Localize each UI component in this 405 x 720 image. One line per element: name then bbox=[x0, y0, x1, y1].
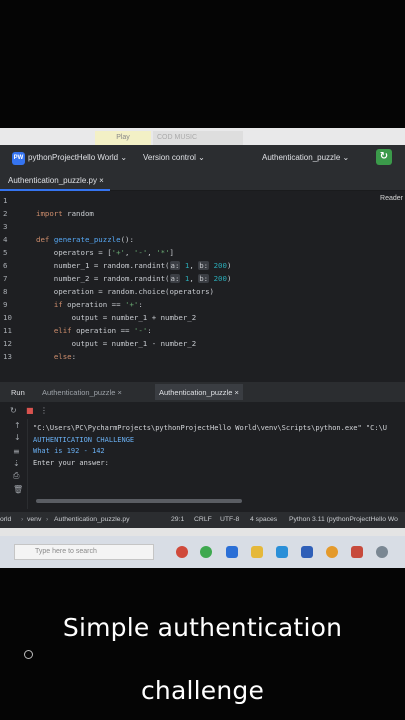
console-side-toolbar: ↑ ↓ ≡ ⇣ ⎙ 🗑 bbox=[0, 419, 28, 509]
whatsapp-icon[interactable] bbox=[200, 546, 212, 558]
code-line: 12 output = number_1 - number_2 bbox=[3, 339, 197, 348]
scroll-end-icon[interactable]: ⇣ bbox=[13, 459, 20, 468]
console-output-header: AUTHENTICATION CHALLENGE bbox=[33, 436, 135, 444]
code-editor[interactable]: Reader 1 2 import random 3 4 def generate_… bbox=[0, 192, 405, 370]
browser-tab-play[interactable]: Play bbox=[95, 131, 151, 145]
run-tab-1[interactable]: Authentication_puzzle × bbox=[42, 388, 122, 397]
browser-tab-strip: Play COD MUSIC bbox=[0, 128, 405, 145]
cursor-position[interactable]: 29:1 bbox=[171, 516, 184, 523]
code-line: 11 elif operation == '-': bbox=[3, 326, 152, 335]
status-bar: orld › venv › Authentication_puzzle.py 2… bbox=[0, 512, 405, 528]
line-number: 4 bbox=[3, 235, 8, 244]
file-encoding[interactable]: UTF-8 bbox=[220, 516, 239, 523]
line-number: 7 bbox=[3, 274, 8, 283]
line-number: 10 bbox=[3, 313, 12, 322]
breadcrumb-project[interactable]: orld bbox=[0, 516, 11, 523]
chrome-icon[interactable] bbox=[176, 546, 188, 558]
code-line: 5 operators = ['+', '-', '*'] bbox=[3, 248, 174, 257]
scroll-down-icon[interactable]: ↓ bbox=[14, 433, 21, 442]
run-console[interactable]: ↻ ■ ⋮ ↑ ↓ ≡ ⇣ ⎙ 🗑 "C:\Users\PC\PycharmPr… bbox=[0, 403, 405, 509]
ide-title-bar: PW pythonProjectHello World ⌄ Version co… bbox=[0, 145, 405, 171]
console-command-line: "C:\Users\PC\PycharmProjects\pythonProje… bbox=[33, 424, 388, 432]
explorer-status-strip bbox=[0, 528, 405, 536]
version-control-menu[interactable]: Version control ⌄ bbox=[143, 153, 205, 162]
code-line: 6 number_1 = random.randint(a: 1, b: 200… bbox=[3, 261, 232, 270]
line-number: 5 bbox=[3, 248, 8, 257]
code-line: 4 def generate_puzzle(): bbox=[3, 235, 134, 244]
python-interpreter[interactable]: Python 3.11 (pythonProjectHello Wo bbox=[289, 516, 398, 523]
browser-tab-music[interactable]: COD MUSIC bbox=[153, 131, 243, 145]
project-selector[interactable]: pythonProjectHello World ⌄ bbox=[28, 153, 127, 162]
line-number: 8 bbox=[3, 287, 8, 296]
breadcrumb-separator-icon: › bbox=[21, 516, 24, 523]
code-line: 13 else: bbox=[3, 352, 77, 361]
stop-icon[interactable]: ■ bbox=[26, 406, 34, 415]
project-badge[interactable]: PW bbox=[12, 152, 25, 165]
breadcrumb-file[interactable]: Authentication_puzzle.py bbox=[54, 516, 130, 523]
breadcrumb-venv[interactable]: venv bbox=[27, 516, 41, 523]
line-number: 6 bbox=[3, 261, 8, 270]
caption-line-1: Simple authentication bbox=[62, 613, 343, 642]
line-number: 9 bbox=[3, 300, 8, 309]
more-icon[interactable]: ⋮ bbox=[40, 406, 48, 415]
app-icon[interactable] bbox=[276, 546, 288, 558]
code-line: 8 operation = random.choice(operators) bbox=[3, 287, 214, 296]
trash-icon[interactable]: 🗑 bbox=[13, 485, 23, 494]
code-line: 3 bbox=[0, 220, 405, 233]
line-number: 1 bbox=[3, 196, 8, 205]
console-input-prompt[interactable]: Enter your answer: bbox=[33, 458, 109, 469]
line-number: 11 bbox=[3, 326, 12, 335]
line-number: 13 bbox=[3, 352, 12, 361]
caption-line-2: challenge bbox=[140, 676, 265, 705]
line-number: 12 bbox=[3, 339, 12, 348]
monitor-screen: Play COD MUSIC PW pythonProjectHello Wor… bbox=[0, 128, 405, 568]
rerun-icon[interactable]: ↻ bbox=[10, 406, 17, 415]
word-icon[interactable] bbox=[301, 546, 313, 558]
run-configuration-selector[interactable]: Authentication_puzzle ⌄ bbox=[262, 153, 349, 162]
windows-taskbar: Type here to search bbox=[0, 536, 405, 568]
code-line: 10 output = number_1 + number_2 bbox=[3, 313, 197, 322]
tab-authentication-puzzle[interactable]: Authentication_puzzle.py × bbox=[0, 171, 110, 191]
file-explorer-icon[interactable] bbox=[251, 546, 263, 558]
clock-icon bbox=[24, 650, 33, 659]
line-number: 2 bbox=[3, 209, 8, 218]
scroll-up-icon[interactable]: ↑ bbox=[14, 421, 21, 430]
indent-setting[interactable]: 4 spaces bbox=[250, 516, 277, 523]
code-line: 7 number_2 = random.randint(a: 1, b: 200… bbox=[3, 274, 232, 283]
edge-icon[interactable] bbox=[226, 546, 238, 558]
taskbar-search-input[interactable]: Type here to search bbox=[14, 544, 154, 560]
soft-wrap-icon[interactable]: ≡ bbox=[13, 447, 20, 456]
gmail-icon[interactable] bbox=[351, 546, 363, 558]
print-icon[interactable]: ⎙ bbox=[13, 471, 19, 481]
breadcrumb-separator-icon: › bbox=[46, 516, 49, 523]
console-horizontal-scrollbar[interactable] bbox=[36, 499, 242, 503]
run-panel-header: Run Authentication_puzzle × Authenticati… bbox=[0, 382, 405, 402]
run-icon[interactable]: ↻ bbox=[376, 149, 392, 165]
line-ending[interactable]: CRLF bbox=[194, 516, 212, 523]
code-line: 1 bbox=[0, 194, 405, 207]
code-line: 2 import random bbox=[3, 209, 94, 218]
editor-tab-bar: Authentication_puzzle.py × bbox=[0, 171, 405, 191]
console-toolbar: ↻ ■ ⋮ bbox=[0, 403, 405, 419]
run-tab-2[interactable]: Authentication_puzzle × bbox=[155, 384, 243, 400]
line-number: 3 bbox=[3, 222, 8, 231]
run-panel-title: Run bbox=[11, 388, 25, 397]
settings-icon[interactable] bbox=[376, 546, 388, 558]
console-output-question: What is 192 - 142 bbox=[33, 447, 105, 455]
chrome-profile-icon[interactable] bbox=[326, 546, 338, 558]
code-line: 9 if operation == '+': bbox=[3, 300, 143, 309]
